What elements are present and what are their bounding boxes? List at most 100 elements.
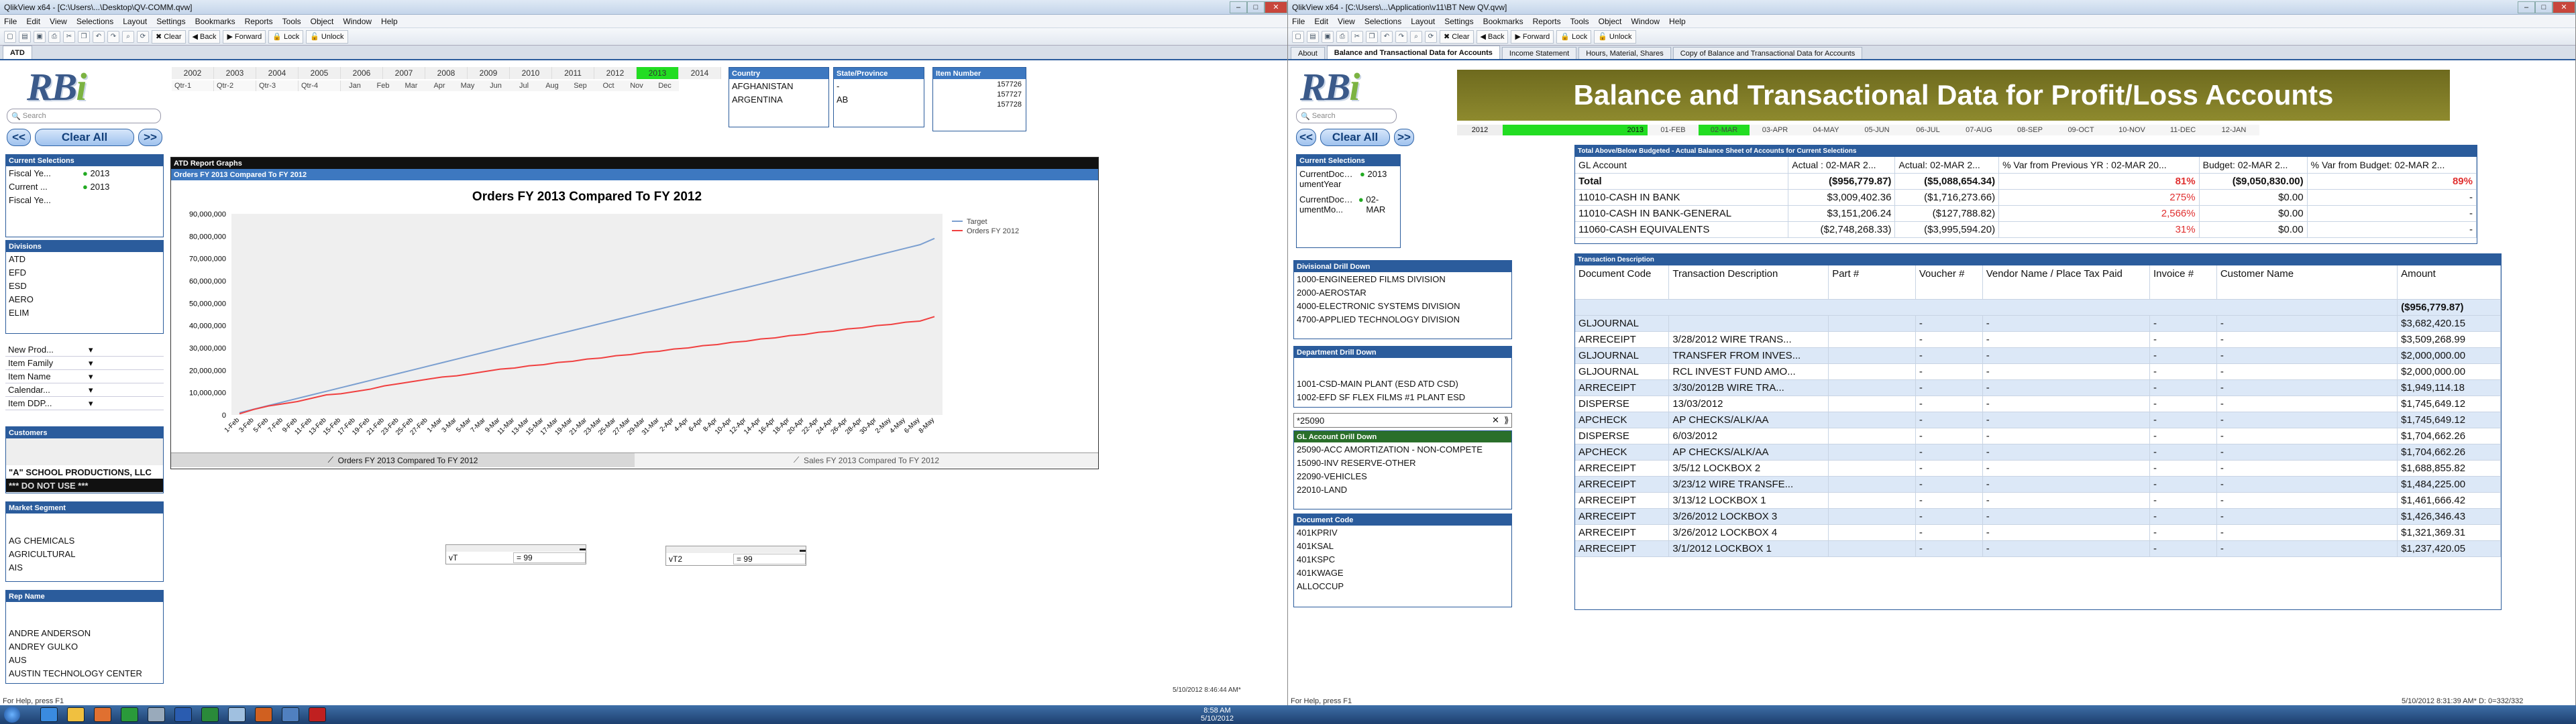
new-icon[interactable]: ▢ [1292, 30, 1304, 43]
column-header[interactable]: Transaction Description [1668, 265, 1829, 300]
menu-tools[interactable]: Tools [282, 17, 301, 26]
clear-button[interactable]: ✖ Clear [152, 29, 186, 44]
list-item[interactable]: AERO [6, 292, 163, 306]
menu-view[interactable]: View [1338, 17, 1355, 26]
outlook-icon[interactable] [255, 707, 272, 722]
clear-button[interactable]: ✖ Clear [1440, 29, 1474, 44]
month-item[interactable]: May [453, 80, 482, 91]
month-item[interactable]: 02-MAR [1699, 125, 1750, 135]
cut-icon[interactable]: ✂ [63, 30, 75, 43]
year-item[interactable]: 2012 [594, 67, 637, 79]
month-item[interactable]: 07-AUG [1953, 125, 2004, 135]
table-row[interactable]: DISPERSE 13/03/2012- - - - $1,745,649.12 [1575, 396, 2501, 412]
month-item[interactable]: 09-OCT [2055, 125, 2106, 135]
month-item[interactable]: Dec [651, 80, 679, 91]
list-item[interactable]: AIS [6, 560, 163, 574]
column-header[interactable]: Vendor Name / Place Tax Paid [1982, 265, 2151, 300]
column-header[interactable]: Customer Name [2216, 265, 2398, 300]
year-item[interactable]: 2006 [341, 67, 383, 79]
redo-icon[interactable]: ↷ [1395, 30, 1407, 43]
tab-sales-chart[interactable]: ⟋ Sales FY 2013 Compared To FY 2012 [635, 453, 1098, 467]
column-header[interactable]: Actual : 02-MAR 2... [1788, 157, 1896, 174]
year-item[interactable]: 2014 [679, 67, 721, 79]
explorer-icon[interactable] [67, 707, 85, 722]
menu-bookmarks[interactable]: Bookmarks [195, 17, 235, 26]
clear-all-button[interactable]: Clear All [35, 129, 134, 146]
tab-copy-balance[interactable]: Copy of Balance and Transactional Data f… [1672, 47, 1863, 59]
unlock-button[interactable]: 🔓 Unlock [1594, 29, 1636, 44]
forward-button[interactable]: ▶ Forward [223, 29, 266, 44]
list-item[interactable]: ANDREY GULKO [6, 640, 163, 653]
list-item[interactable]: 25090-ACC AMORTIZATION - NON-COMPETE [1294, 442, 1511, 456]
list-item[interactable]: 401KWAGE [1294, 566, 1511, 579]
year-item[interactable]: 2002 [172, 67, 214, 79]
reload-icon[interactable]: ⟳ [137, 30, 149, 43]
lock-button[interactable]: 🔒 Lock [268, 29, 304, 44]
vt-value-input[interactable]: = 99 [513, 552, 586, 563]
gl-search-input[interactable]: *25090 ✕ ⟫ [1293, 413, 1512, 428]
menu-window[interactable]: Window [343, 17, 372, 26]
column-header[interactable]: Part # [1828, 265, 1916, 300]
year-item[interactable]: 2004 [256, 67, 299, 79]
back-nav-button[interactable]: << [7, 129, 31, 146]
table-row[interactable]: GLJOURNAL TRANSFER FROM INVES... - - - - $2,00… [1575, 347, 2501, 364]
month-item[interactable]: 03-APR [1750, 125, 1801, 135]
list-item[interactable]: 22010-LAND [1294, 483, 1511, 496]
list-item[interactable]: AG CHEMICALS [6, 534, 163, 547]
list-item[interactable]: ATD [6, 252, 163, 265]
list-item[interactable]: 2000-AEROSTAR [1294, 286, 1511, 299]
quarter-item[interactable]: Qtr-4 [299, 80, 341, 91]
qlikview-icon[interactable] [121, 707, 138, 722]
column-header[interactable]: GL Account [1575, 157, 1789, 174]
menu-help[interactable]: Help [1669, 17, 1686, 26]
list-item[interactable]: - [834, 79, 924, 93]
list-item[interactable]: AB [834, 93, 924, 106]
maximize-button[interactable]: □ [2535, 1, 2553, 13]
list-item[interactable]: 15090-INV RESERVE-OTHER [1294, 456, 1511, 469]
menu-settings[interactable]: Settings [156, 17, 185, 26]
table-row[interactable]: GLJOURNAL - - - - $3,682,420.15 [1575, 315, 2501, 332]
table-row[interactable]: ARRECEIPT 3/23/12 WIRE TRANSFE... - - - - $1,4… [1575, 476, 2501, 493]
vt2-value-input[interactable]: = 99 [733, 554, 806, 564]
start-button[interactable] [4, 707, 20, 723]
menu-help[interactable]: Help [381, 17, 398, 26]
network-icon[interactable] [148, 707, 165, 722]
year-item[interactable]: 2009 [468, 67, 510, 79]
list-item[interactable]: 401KSPC [1294, 552, 1511, 566]
menu-view[interactable]: View [50, 17, 67, 26]
media-icon[interactable] [94, 707, 111, 722]
tab-orders-chart[interactable]: ⟋ Orders FY 2013 Compared To FY 2012 [171, 453, 635, 467]
column-header[interactable]: Invoice # [2149, 265, 2217, 300]
reload-icon[interactable]: ⟳ [1425, 30, 1437, 43]
filter-item-name[interactable]: Item Name ▾ [5, 370, 164, 383]
year-item[interactable]: 2007 [383, 67, 425, 79]
open-icon[interactable]: ▤ [19, 30, 31, 43]
search-input[interactable]: 🔍 Search [1296, 109, 1397, 123]
menu-layout[interactable]: Layout [123, 17, 147, 26]
filter-item-ddp[interactable]: Item DDP... ▾ [5, 397, 164, 410]
tab-atd[interactable]: ATD [3, 46, 32, 59]
print-icon[interactable]: ⎙ [1336, 30, 1348, 43]
new-icon[interactable]: ▢ [4, 30, 16, 43]
month-item[interactable]: 08-SEP [2004, 125, 2055, 135]
copy-icon[interactable]: ❐ [78, 30, 90, 43]
table-row[interactable]: 11010-CASH IN BANK $3,009,402.36 ($1,716,2… [1575, 189, 2477, 206]
table-row[interactable]: ARRECEIPT 3/30/2012B WIRE TRA... - - - - $1,94… [1575, 379, 2501, 396]
table-row[interactable]: 11010-CASH IN BANK-GENERAL $3,151,206.24(… [1575, 205, 2477, 222]
month-item[interactable]: Aug [538, 80, 566, 91]
menu-object[interactable]: Object [311, 17, 334, 26]
quarter-item[interactable]: Qtr-1 [172, 80, 214, 91]
minimize-button[interactable]: – [2518, 1, 2535, 13]
menu-object[interactable]: Object [1599, 17, 1622, 26]
close-icon[interactable]: ✕ [1492, 415, 1499, 426]
list-item[interactable]: ESD [6, 279, 163, 292]
tab-income-statement[interactable]: Income Statement [1501, 47, 1577, 59]
table-row[interactable]: ARRECEIPT 3/26/2012 LOCKBOX 3- - - - $1,426,3… [1575, 508, 2501, 525]
list-item[interactable]: AGRICULTURAL [6, 547, 163, 560]
undo-icon[interactable]: ↶ [93, 30, 105, 43]
close-button[interactable]: ✕ [2553, 1, 2575, 13]
back-button[interactable]: ◀ Back [188, 29, 221, 44]
table-row[interactable]: ARRECEIPT 3/5/12 LOCKBOX 2- - - - $1,688,855.… [1575, 460, 2501, 477]
menu-reports[interactable]: Reports [1533, 17, 1561, 26]
list-item[interactable]: 1002-EFD SF FLEX FILMS #1 PLANT ESD [1294, 390, 1511, 404]
